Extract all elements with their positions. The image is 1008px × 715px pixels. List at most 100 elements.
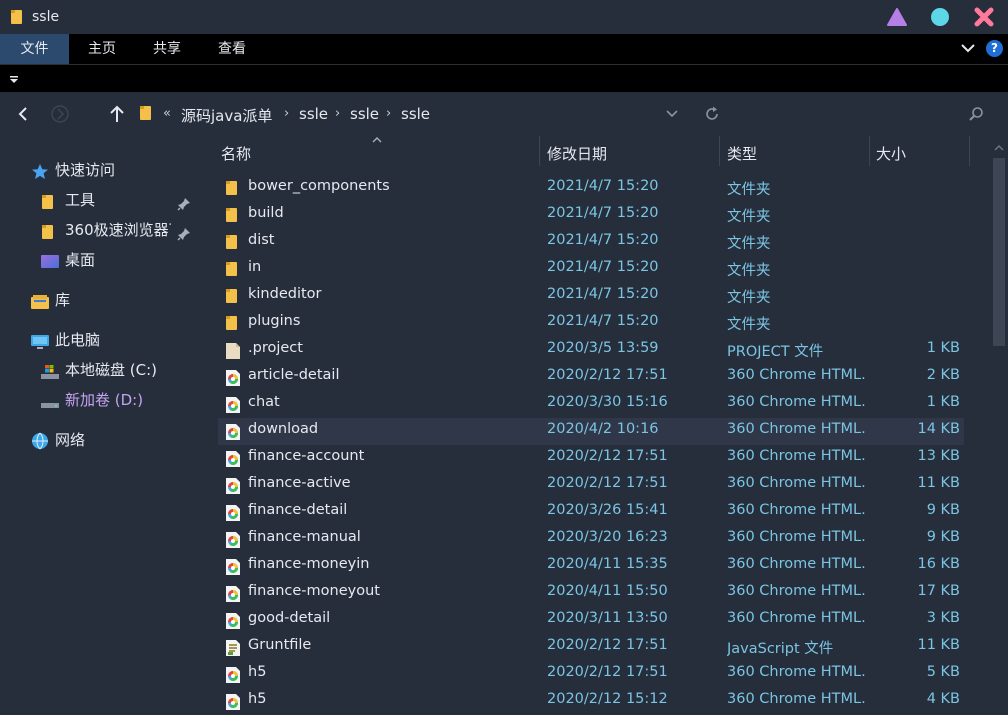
- minimize-button[interactable]: [886, 6, 908, 28]
- file-date: 2020/3/5 13:59: [547, 340, 659, 356]
- html-file-icon: [225, 369, 241, 391]
- file-date: 2020/2/12 17:51: [547, 448, 668, 464]
- file-row[interactable]: good-detail 2020/3/11 13:50 360 Chrome HTM…: [218, 607, 964, 634]
- customize-toolbar-icon[interactable]: [9, 73, 19, 89]
- up-arrow-icon: [110, 105, 124, 122]
- refresh-icon[interactable]: [703, 105, 721, 127]
- file-row[interactable]: finance-moneyin 2020/4/11 15:35 360 Chrome…: [218, 553, 964, 580]
- file-name: plugins: [248, 313, 301, 329]
- column-divider[interactable]: [969, 136, 970, 166]
- file-date: 2020/4/11 15:35: [547, 556, 668, 572]
- file-row[interactable]: build 2021/4/7 15:20 文件夹: [218, 202, 964, 229]
- forward-button[interactable]: [50, 104, 70, 128]
- file-row[interactable]: in 2021/4/7 15:20 文件夹: [218, 256, 964, 283]
- close-button[interactable]: [973, 6, 995, 28]
- tab-share[interactable]: 共享: [134, 34, 200, 64]
- scroll-up-icon[interactable]: [994, 140, 1004, 156]
- library-icon: [31, 292, 49, 318]
- sidebar-item-browser-download[interactable]: 360极速浏览器下载: [41, 217, 201, 243]
- breadcrumb-item[interactable]: 源码java派单: [181, 105, 272, 126]
- html-file-icon: [225, 666, 241, 688]
- column-header-type[interactable]: 类型: [727, 143, 757, 165]
- file-name: good-detail: [248, 610, 331, 626]
- column-divider[interactable]: [869, 136, 870, 166]
- file-date: 2020/2/12 15:12: [547, 691, 668, 707]
- folder-icon: [225, 261, 239, 281]
- triangle-icon: [887, 8, 907, 26]
- sidebar-item-label: 新加卷 (D:): [65, 391, 144, 409]
- file-row[interactable]: download 2020/4/2 10:16 360 Chrome HTML...…: [218, 418, 964, 445]
- file-name: chat: [248, 394, 280, 410]
- address-history-dropdown-icon[interactable]: [664, 108, 680, 124]
- file-list: 名称 修改日期 类型 大小 bower_components 2021/4/7 1…: [218, 136, 990, 710]
- folder-icon: [225, 288, 239, 308]
- column-divider[interactable]: [719, 136, 720, 166]
- file-row[interactable]: h5 2020/2/12 17:51 360 Chrome HTML... 5 KB: [218, 661, 964, 688]
- file-row[interactable]: finance-account 2020/2/12 17:51 360 Chrome…: [218, 445, 964, 472]
- html-file-icon: [225, 612, 241, 634]
- column-header-size[interactable]: 大小: [876, 143, 906, 165]
- up-button[interactable]: [108, 104, 126, 128]
- chevron-right-icon[interactable]: ›: [284, 106, 289, 121]
- chevron-right-icon[interactable]: ›: [386, 106, 391, 121]
- file-row[interactable]: Gruntfile 2020/2/12 17:51 JavaScript 文件 11 …: [218, 634, 964, 661]
- back-button[interactable]: [16, 106, 30, 126]
- sidebar-item-label: 网络: [55, 431, 86, 449]
- file-type: 360 Chrome HTML...: [727, 394, 867, 410]
- help-icon[interactable]: ?: [986, 40, 1003, 57]
- breadcrumb-item[interactable]: ssle: [401, 105, 430, 123]
- file-type: 360 Chrome HTML...: [727, 367, 867, 383]
- file-date: 2020/4/2 10:16: [547, 421, 659, 437]
- sidebar-item-tools[interactable]: 工具: [41, 187, 201, 213]
- tab-home[interactable]: 主页: [70, 34, 134, 64]
- file-size: 11 KB: [917, 475, 960, 491]
- sidebar-item-label: 快速访问: [55, 161, 116, 179]
- breadcrumb-item[interactable]: ssle: [350, 105, 379, 123]
- breadcrumb-overflow[interactable]: «: [163, 106, 171, 121]
- maximize-button[interactable]: [929, 6, 951, 28]
- breadcrumb-item[interactable]: ssle: [299, 105, 328, 123]
- file-row[interactable]: chat 2020/3/30 15:16 360 Chrome HTML... 1 K…: [218, 391, 964, 418]
- file-type: 文件夹: [727, 290, 771, 306]
- file-row[interactable]: h5 2020/2/12 15:12 360 Chrome HTML... 4 KB: [218, 688, 964, 715]
- navigation-pane: 快速访问 工具 360极速浏览器下载 桌面 库 此电脑: [0, 136, 218, 699]
- forward-arrow-icon: [51, 105, 69, 123]
- file-row[interactable]: bower_components 2021/4/7 15:20 文件夹: [218, 175, 964, 202]
- file-size: 9 KB: [926, 529, 960, 545]
- file-size: 11 KB: [917, 637, 960, 653]
- file-size: 13 KB: [917, 448, 960, 464]
- pin-icon[interactable]: [177, 193, 191, 219]
- search-icon[interactable]: [968, 106, 984, 126]
- tab-file[interactable]: 文件: [0, 34, 69, 64]
- file-row[interactable]: dist 2021/4/7 15:20 文件夹: [218, 229, 964, 256]
- file-date: 2020/2/12 17:51: [547, 637, 668, 653]
- file-row[interactable]: finance-moneyout 2020/4/11 15:50 360 Chrom…: [218, 580, 964, 607]
- file-date: 2021/4/7 15:20: [547, 259, 659, 275]
- html-file-icon: [225, 504, 241, 526]
- expand-ribbon-chevron-icon[interactable]: [960, 41, 976, 59]
- vertical-scrollbar[interactable]: [990, 136, 1008, 699]
- column-divider[interactable]: [539, 136, 540, 166]
- scrollbar-thumb[interactable]: [993, 158, 1005, 346]
- file-row[interactable]: plugins 2021/4/7 15:20 文件夹: [218, 310, 964, 337]
- pin-icon[interactable]: [177, 223, 191, 249]
- tab-view[interactable]: 查看: [200, 34, 264, 64]
- file-row[interactable]: finance-detail 2020/3/26 15:41 360 Chrome …: [218, 499, 964, 526]
- file-type: 文件夹: [727, 317, 771, 333]
- sidebar-item-label: 工具: [65, 191, 96, 209]
- file-row[interactable]: kindeditor 2021/4/7 15:20 文件夹: [218, 283, 964, 310]
- html-file-icon: [225, 531, 241, 553]
- file-date: 2021/4/7 15:20: [547, 178, 659, 194]
- column-header-date[interactable]: 修改日期: [547, 143, 607, 165]
- file-row[interactable]: finance-manual 2020/3/20 16:23 360 Chrome …: [218, 526, 964, 553]
- file-name: h5: [248, 691, 267, 707]
- file-row[interactable]: .project 2020/3/5 13:59 PROJECT 文件 1 KB: [218, 337, 964, 364]
- file-date: 2020/3/20 16:23: [547, 529, 668, 545]
- file-name: finance-moneyin: [248, 556, 370, 572]
- column-header-name[interactable]: 名称: [221, 143, 251, 165]
- chevron-right-icon[interactable]: ›: [335, 106, 340, 121]
- file-size: 4 KB: [926, 691, 960, 707]
- file-row[interactable]: finance-active 2020/2/12 17:51 360 Chrome …: [218, 472, 964, 499]
- file-name: h5: [248, 664, 267, 680]
- file-row[interactable]: article-detail 2020/2/12 17:51 360 Chrome …: [218, 364, 964, 391]
